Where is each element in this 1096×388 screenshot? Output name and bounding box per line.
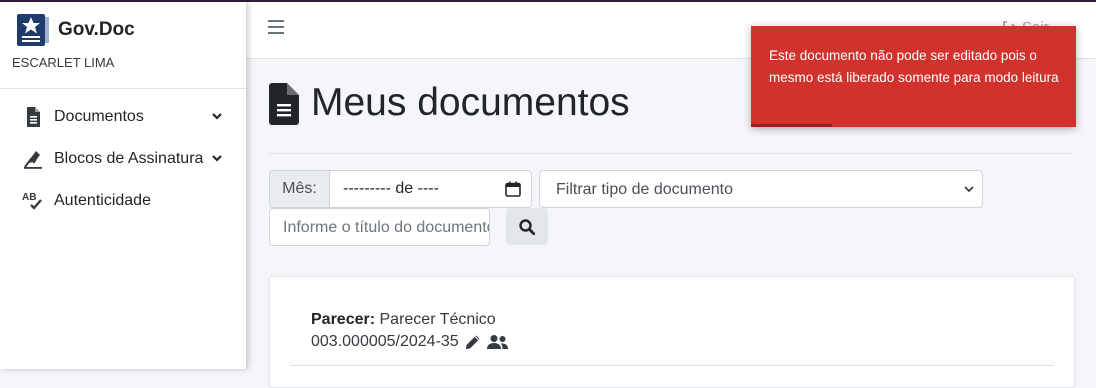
hamburger-menu-icon[interactable] xyxy=(268,20,284,34)
users-icon xyxy=(487,335,508,349)
page-title: Meus documentos xyxy=(311,81,630,124)
month-filter: Mês: --------- de ---- xyxy=(269,170,532,208)
pencil-icon xyxy=(466,335,480,349)
app-name: Gov.Doc xyxy=(58,19,135,40)
document-type-value: Parecer Técnico xyxy=(379,311,496,328)
chevron-down-icon xyxy=(212,155,222,162)
gov-doc-logo-icon xyxy=(17,14,49,46)
document-card: Parecer: Parecer Técnico 003.000005/2024… xyxy=(269,276,1075,388)
chevron-down-icon xyxy=(964,186,974,193)
document-type-select[interactable]: Filtrar tipo de documento xyxy=(539,170,983,208)
sidebar-item-label: Autenticidade xyxy=(54,192,151,209)
file-icon xyxy=(27,107,40,127)
document-title-input[interactable]: Informe o título do documento xyxy=(269,208,490,246)
chevron-down-icon xyxy=(212,113,222,120)
card-divider xyxy=(290,365,1054,366)
document-title-placeholder: Informe o título do documento xyxy=(283,219,490,236)
svg-text:AB: AB xyxy=(22,192,36,203)
document-number[interactable]: 003.000005/2024-35 xyxy=(311,333,459,351)
month-label: Mês: xyxy=(269,170,330,208)
toast-message: Este documento não pode ser editado pois… xyxy=(769,48,1059,85)
search-icon xyxy=(519,219,535,235)
sidebar-item-label: Documentos xyxy=(54,108,144,125)
document-type-label: Parecer: xyxy=(311,311,376,328)
signature-icon xyxy=(24,151,42,169)
user-name: ESCARLET LIMA xyxy=(12,55,115,70)
search-button[interactable] xyxy=(506,208,548,245)
document-type-select-value: Filtrar tipo de documento xyxy=(556,181,733,198)
sidebar-item-documentos[interactable]: Documentos xyxy=(0,96,246,136)
error-toast[interactable]: Este documento não pode ser editado pois… xyxy=(751,26,1076,127)
sidebar-item-blocos-de-assinatura[interactable]: Blocos de Assinatura xyxy=(0,138,246,178)
sidebar: Gov.Doc ESCARLET LIMA Documentos Blocos … xyxy=(0,2,246,369)
toast-progress-bar xyxy=(751,124,833,127)
sidebar-item-label: Blocos de Assinatura xyxy=(54,150,204,167)
calendar-icon[interactable] xyxy=(505,181,521,197)
month-input-value: --------- de ---- xyxy=(343,180,439,197)
title-divider xyxy=(269,153,1073,154)
month-input[interactable]: --------- de ---- xyxy=(330,170,532,208)
file-icon xyxy=(269,83,299,125)
spell-check-icon: AB xyxy=(22,192,42,210)
document-status-icons xyxy=(465,334,508,350)
sidebar-brand: Gov.Doc ESCARLET LIMA xyxy=(0,2,246,89)
sidebar-item-autenticidade[interactable]: AB Autenticidade xyxy=(0,180,246,220)
document-type-line[interactable]: Parecer: Parecer Técnico xyxy=(311,311,496,329)
